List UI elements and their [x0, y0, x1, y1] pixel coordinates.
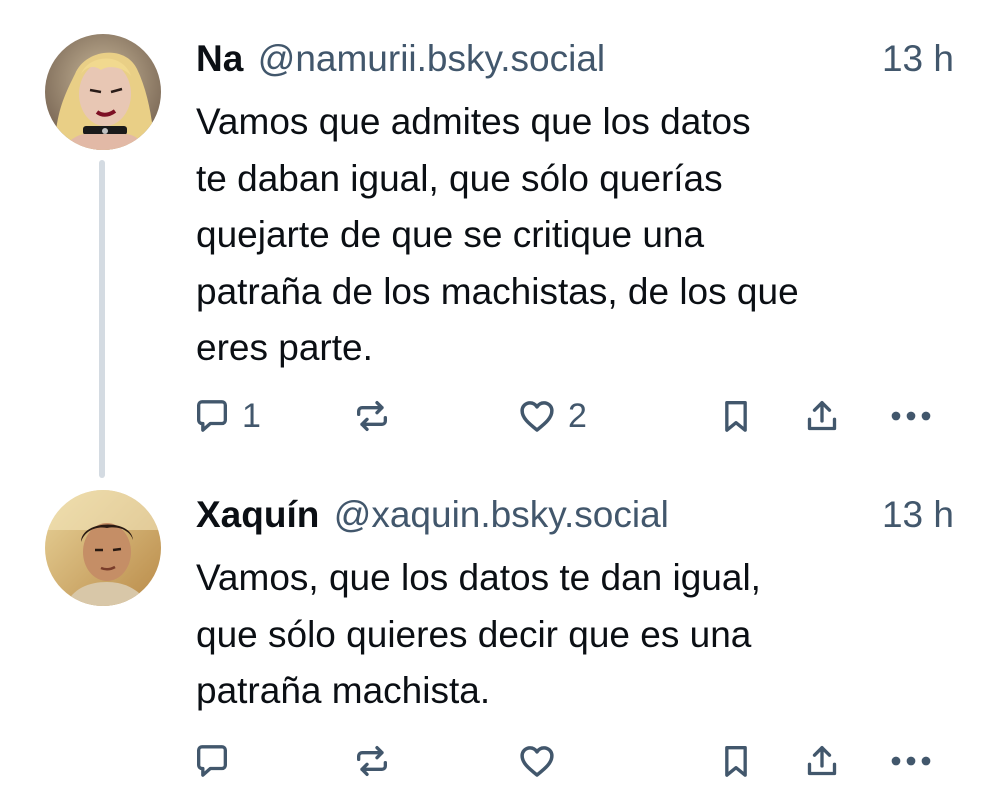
share-button[interactable]	[802, 736, 842, 786]
post-text: Vamos, que los datos te dan igual, que s…	[196, 557, 761, 711]
heart-icon	[520, 746, 554, 777]
more-dots-icon	[891, 411, 931, 421]
bookmark-button[interactable]	[716, 736, 756, 786]
speech-bubble-icon	[197, 745, 227, 777]
share-button[interactable]	[802, 391, 842, 441]
post-text: Vamos que admites que los datos te daban…	[196, 101, 799, 368]
display-name[interactable]: Na	[196, 38, 243, 79]
reply-button[interactable]: 1	[192, 391, 261, 441]
like-button[interactable]	[516, 736, 568, 786]
post-timestamp[interactable]: 13 h	[882, 34, 954, 84]
repost-arrows-icon	[357, 401, 387, 431]
avatar[interactable]	[45, 34, 161, 150]
post-header: Na @namurii.bsky.social 13 h	[196, 34, 954, 84]
share-upload-icon	[807, 746, 837, 776]
heart-icon	[520, 401, 554, 432]
post-header: Xaquín @xaquin.bsky.social 13 h	[196, 490, 954, 540]
repost-button[interactable]	[352, 736, 402, 786]
speech-bubble-icon	[197, 400, 227, 432]
display-name[interactable]: Xaquín	[196, 494, 319, 535]
thread-connector-line	[99, 160, 105, 478]
avatar[interactable]	[45, 490, 161, 606]
repost-arrows-icon	[357, 746, 387, 776]
bookmark-button[interactable]	[716, 391, 756, 441]
like-count: 2	[568, 397, 587, 435]
repost-button[interactable]	[352, 391, 402, 441]
avatar-image	[45, 34, 161, 150]
avatar-image	[45, 490, 161, 606]
share-upload-icon	[807, 401, 837, 431]
more-dots-icon	[891, 756, 931, 766]
post-timestamp[interactable]: 13 h	[882, 490, 954, 540]
more-options-button[interactable]	[886, 391, 936, 441]
more-options-button[interactable]	[886, 736, 936, 786]
reply-count: 1	[242, 397, 261, 435]
user-handle[interactable]: @namurii.bsky.social	[258, 38, 605, 79]
bookmark-icon	[725, 401, 747, 432]
user-handle[interactable]: @xaquin.bsky.social	[334, 494, 669, 535]
reply-button[interactable]	[192, 736, 242, 786]
post-actions: 1 2	[192, 391, 950, 441]
post-actions	[192, 736, 950, 786]
bookmark-icon	[725, 746, 747, 777]
like-button[interactable]: 2	[516, 391, 587, 441]
